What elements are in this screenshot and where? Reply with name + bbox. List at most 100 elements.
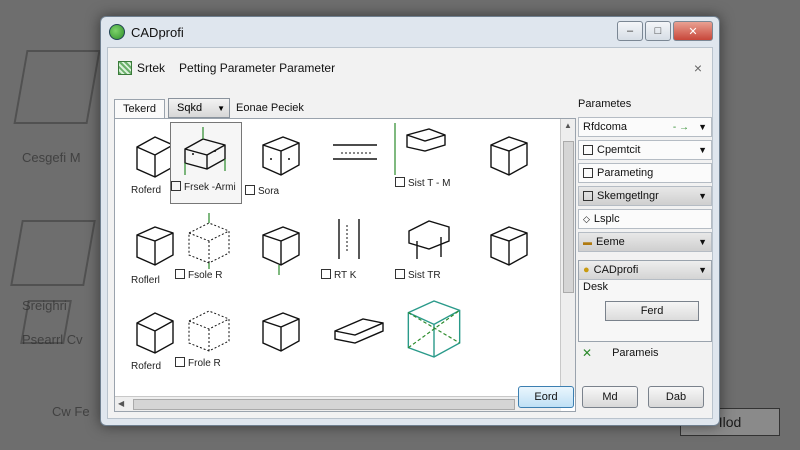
horizontal-scroll-thumb[interactable]: [133, 399, 515, 410]
cancel-button[interactable]: Dab: [648, 386, 704, 408]
cube-symbol-icon: [490, 226, 528, 266]
cadprofi-logo-icon: [109, 24, 125, 40]
bg-shape-box: [13, 50, 101, 124]
minimize-button[interactable]: –: [617, 21, 643, 41]
vertical-scroll-thumb[interactable]: [563, 141, 574, 293]
symbol-cell[interactable]: Sist T - M: [385, 119, 465, 199]
horizontal-scrollbar[interactable]: ◀ ▶: [115, 396, 561, 411]
dialog-client: Srtek Petting Parameter Parameter × Teke…: [107, 47, 713, 419]
vertical-scrollbar[interactable]: ▲ ▼: [560, 119, 575, 397]
property-row[interactable]: ◇ Lsplc: [578, 209, 712, 229]
scroll-left-icon[interactable]: ◀: [118, 399, 124, 408]
symbol-caption: Frole R: [175, 357, 243, 369]
bg-label: Cw Fe: [52, 404, 90, 419]
tab-bar: Tekerd Sqkd ▼ Eonae Peciek: [114, 98, 304, 118]
dialog-close-icon[interactable]: ×: [694, 60, 702, 76]
property-label: Skemgetlngr: [597, 190, 659, 202]
window-controls: – □ ✕: [617, 21, 713, 41]
symbol-cell-selected[interactable]: Frsek -Armi: [170, 122, 242, 204]
green-cross-icon: ✕: [582, 346, 593, 360]
wireframe-box-symbol-icon: [188, 213, 230, 269]
rail-symbol-icon: [333, 144, 377, 160]
symbol-cell[interactable]: Fsole R: [175, 211, 243, 291]
symbol-caption: Sora: [245, 185, 313, 197]
bg-label: Cesgefi M: [22, 150, 81, 165]
chevron-down-icon: ▼: [698, 191, 707, 201]
symbol-cell[interactable]: RT K: [315, 211, 383, 291]
bracket-symbol-icon: [408, 220, 450, 259]
symbol-cell[interactable]: Frole R: [175, 299, 243, 379]
symbol-cell[interactable]: Sora: [245, 127, 313, 207]
checkbox[interactable]: [583, 168, 593, 178]
post-symbol-icon: [338, 219, 360, 259]
symbol-caption: Sist T - M: [385, 177, 465, 189]
symbol-cell[interactable]: [475, 127, 543, 207]
group-button[interactable]: Ferd: [605, 301, 699, 321]
box-symbol-icon: [262, 136, 300, 176]
symbol-cell[interactable]: [245, 303, 313, 383]
checkbox[interactable]: [583, 191, 593, 201]
category-select-value: Sqkd: [177, 102, 203, 114]
dialog-header-label: Srtek: [137, 61, 166, 75]
properties-panel: Parametes Rfdcoma - → ▼ Cpemtcit ▼ Param…: [578, 98, 712, 410]
symbol-cell[interactable]: [395, 289, 469, 387]
property-row[interactable]: Skemgetlngr ▼: [578, 186, 712, 206]
property-row[interactable]: Cpemtcit ▼: [578, 140, 712, 160]
cadprofi-window: CADprofi – □ ✕ Srtek Petting Parameter P…: [100, 16, 720, 426]
property-label: Eeme: [596, 236, 625, 248]
folder-icon: ●: [583, 264, 590, 276]
angled-frame-symbol-icon: [394, 123, 446, 175]
group-header-label: CADprofi: [593, 264, 639, 276]
maximize-button[interactable]: □: [645, 21, 671, 41]
diamond-icon: ◇: [583, 213, 590, 224]
tab-tekerd[interactable]: Tekerd: [114, 98, 166, 118]
symbol-cell[interactable]: Sist TR: [395, 211, 463, 291]
wireframe-box-symbol-icon: [188, 310, 230, 352]
symbol-caption: Sist TR: [395, 269, 463, 281]
middle-button[interactable]: Md: [582, 386, 638, 408]
group-header[interactable]: ● CADprofi ▼: [579, 261, 711, 280]
box-symbol-icon: [262, 312, 300, 352]
property-label: Lsplc: [593, 213, 620, 225]
properties-title: Parametes: [578, 98, 632, 110]
bg-shape-box: [10, 220, 96, 286]
chevron-down-icon: ▼: [698, 265, 707, 275]
property-label: Rfdcoma: [583, 121, 628, 133]
dialog-header: Srtek Petting Parameter Parameter ×: [108, 48, 712, 88]
bg-label: Sreighri: [22, 298, 67, 313]
symbol-caption: Fsole R: [175, 269, 243, 281]
chevron-down-icon: ▼: [217, 103, 226, 113]
highlighted-frame-symbol-icon: [407, 300, 461, 358]
symbol-cell[interactable]: [245, 217, 313, 297]
category-select[interactable]: Sqkd ▼: [168, 98, 231, 118]
dialog-title: Petting Parameter Parameter: [179, 61, 336, 75]
symbol-caption: RT K: [315, 269, 383, 281]
properties-footer-label: Parameis: [612, 347, 659, 359]
symbol-cell[interactable]: [325, 303, 393, 383]
scroll-up-icon[interactable]: ▲: [564, 121, 572, 130]
property-row[interactable]: Rfdcoma - → ▼: [578, 117, 712, 137]
bg-label: Psearrl Cv: [22, 332, 83, 347]
ok-button[interactable]: Eord: [518, 386, 574, 408]
green-arrow-icon: - →: [672, 121, 689, 133]
frame-symbol-icon: [184, 127, 226, 175]
symbol-cell[interactable]: [475, 217, 543, 297]
symbol-cell[interactable]: [323, 127, 391, 207]
chevron-down-icon: ▼: [698, 145, 707, 155]
title-bar[interactable]: CADprofi – □ ✕: [101, 17, 719, 47]
property-row[interactable]: ▬ Eeme ▼: [578, 232, 712, 252]
box-symbol-icon: [262, 226, 300, 275]
tab-eonae-peciek[interactable]: Eonae Peciek: [236, 102, 304, 114]
beam-symbol-icon: [334, 318, 384, 344]
window-title: CADprofi: [131, 24, 184, 40]
close-button[interactable]: ✕: [673, 21, 713, 41]
symbol-grid: Roferd Frsek -Armi Sora Sist T - M Rofle…: [114, 118, 576, 412]
symbol-caption: Frsek -Armi: [171, 181, 241, 193]
chevron-down-icon: ▼: [698, 122, 707, 132]
checkbox[interactable]: [583, 145, 593, 155]
property-label: Cpemtcit: [597, 144, 641, 156]
chevron-down-icon: ▼: [698, 237, 707, 247]
folder-icon: ▬: [583, 237, 592, 247]
property-row[interactable]: Parameting: [578, 163, 712, 183]
cadprofi-group-box: ● CADprofi ▼ Desk Ferd: [578, 260, 712, 342]
